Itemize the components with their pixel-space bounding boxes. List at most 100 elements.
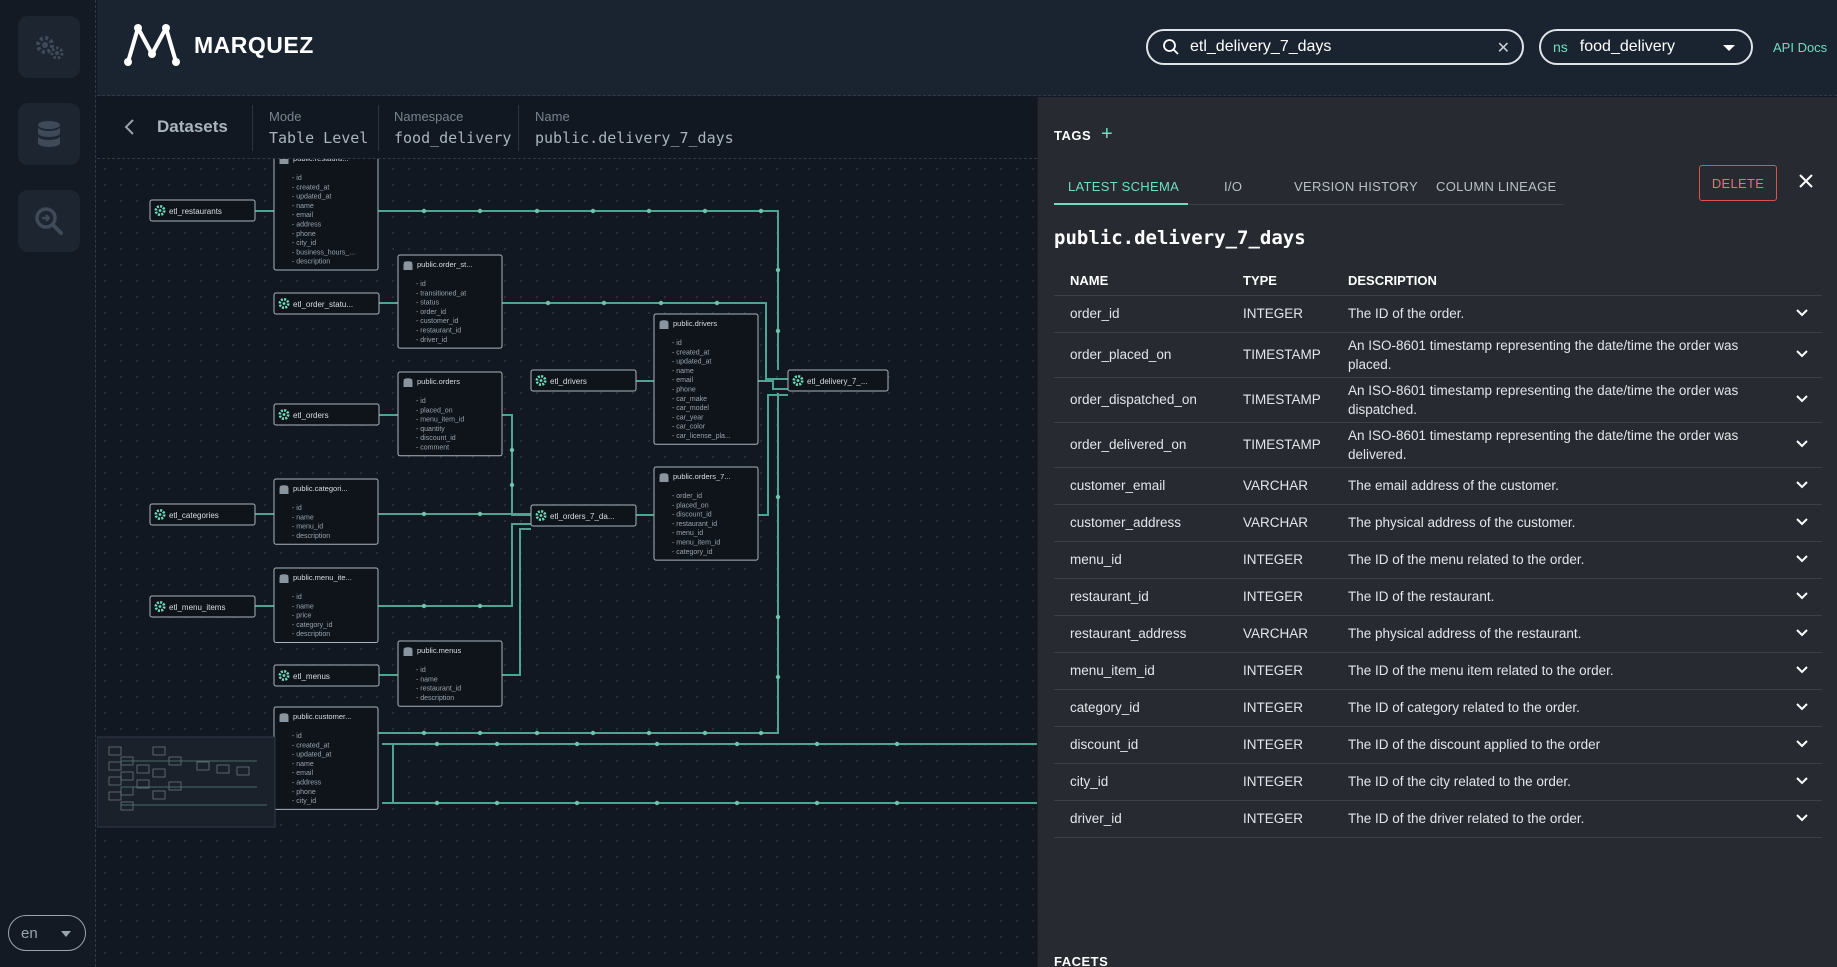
database-icon bbox=[403, 378, 413, 387]
dataset-field: - transitioned_at bbox=[416, 290, 466, 297]
job-node[interactable]: etl_menus bbox=[273, 664, 380, 687]
edge-dot bbox=[714, 300, 720, 306]
schema-row[interactable]: customer_address VARCHAR The physical addr… bbox=[1054, 504, 1822, 542]
expand-row-button[interactable] bbox=[1782, 467, 1822, 505]
dataset-field: - restaurant_id bbox=[672, 521, 717, 528]
chevron-down-icon bbox=[1796, 592, 1808, 600]
expand-row-button[interactable] bbox=[1782, 332, 1822, 378]
language-select[interactable]: en bbox=[8, 915, 86, 951]
schema-row[interactable]: menu_id INTEGER The ID of the menu related… bbox=[1054, 541, 1822, 579]
expand-row-button[interactable] bbox=[1782, 652, 1822, 690]
schema-row[interactable]: customer_email VARCHAR The email address o… bbox=[1054, 467, 1822, 505]
back-icon[interactable] bbox=[120, 115, 140, 139]
schema-row[interactable]: order_dispatched_on TIMESTAMP An ISO-8601 … bbox=[1054, 377, 1822, 423]
language-value: en bbox=[21, 924, 38, 942]
field-name: order_id bbox=[1054, 295, 1227, 333]
edge-dot bbox=[534, 208, 540, 214]
zoom-search-icon bbox=[35, 207, 63, 235]
lineage-graph[interactable]: etl_restaurants etl_order_statu... etl_ord… bbox=[97, 97, 1037, 967]
tab-version-history[interactable]: VERSION HISTORY bbox=[1294, 179, 1418, 194]
dataset-node[interactable]: public.menus - id - name - restaurant_id - d… bbox=[397, 640, 503, 707]
dataset-node[interactable]: public.menu_ite... - id - name - price - cat… bbox=[273, 567, 379, 643]
tab-io[interactable]: I/O bbox=[1224, 179, 1242, 194]
dataset-node[interactable]: public.orders - id - placed_on - menu_item_… bbox=[397, 371, 503, 457]
dataset-field: - order_id bbox=[672, 493, 702, 500]
field-name: restaurant_id bbox=[1054, 578, 1227, 616]
job-node[interactable]: etl_delivery_7_... bbox=[787, 369, 889, 392]
search-input[interactable] bbox=[1190, 38, 1490, 56]
job-node[interactable]: etl_restaurants bbox=[149, 199, 256, 222]
schema-row[interactable]: category_id INTEGER The ID of category rel… bbox=[1054, 689, 1822, 727]
lineage-edge bbox=[502, 414, 531, 516]
schema-row[interactable]: order_delivered_on TIMESTAMP An ISO-8601 t… bbox=[1054, 422, 1822, 468]
chevron-down-icon bbox=[1796, 350, 1808, 358]
dataset-node[interactable]: public.drivers - id - created_at - updated_… bbox=[653, 313, 759, 445]
marquez-logo[interactable]: MARQUEZ bbox=[122, 22, 314, 68]
jobs-nav-button[interactable] bbox=[18, 16, 80, 78]
dataset-node[interactable]: public.customer... - id - created_at - upda… bbox=[273, 706, 379, 810]
dataset-field: - email bbox=[292, 212, 313, 219]
name-label: Name bbox=[535, 109, 570, 124]
tab-column-lineage[interactable]: COLUMN LINEAGE bbox=[1436, 179, 1557, 194]
expand-row-button[interactable] bbox=[1782, 295, 1822, 333]
job-node[interactable]: etl_order_statu... bbox=[273, 292, 380, 315]
field-type: TIMESTAMP bbox=[1227, 422, 1332, 468]
job-node[interactable]: etl_menu_items bbox=[149, 595, 256, 618]
dataset-field: - id bbox=[416, 281, 426, 288]
expand-row-button[interactable] bbox=[1782, 615, 1822, 653]
field-type: INTEGER bbox=[1227, 726, 1332, 764]
expand-row-button[interactable] bbox=[1782, 689, 1822, 727]
expand-row-button[interactable] bbox=[1782, 726, 1822, 764]
schema-row[interactable]: restaurant_id INTEGER The ID of the restau… bbox=[1054, 578, 1822, 616]
dataset-field: - address bbox=[292, 222, 322, 229]
dataset-field: - created_at bbox=[292, 742, 329, 749]
schema-row[interactable]: discount_id INTEGER The ID of the discount… bbox=[1054, 726, 1822, 764]
schema-row[interactable]: city_id INTEGER The ID of the city related… bbox=[1054, 763, 1822, 801]
expand-row-button[interactable] bbox=[1782, 541, 1822, 579]
lineage-edge bbox=[502, 528, 531, 676]
job-node[interactable]: etl_orders_7_da... bbox=[530, 504, 637, 527]
job-node[interactable]: etl_categories bbox=[149, 503, 256, 526]
field-name: order_placed_on bbox=[1054, 332, 1227, 378]
namespace-select[interactable]: ns food_delivery bbox=[1539, 29, 1753, 65]
tab-latest-schema[interactable]: LATEST SCHEMA bbox=[1068, 179, 1179, 194]
dataset-node[interactable]: public.orders_7... - order_id - placed_on -… bbox=[653, 466, 759, 561]
expand-row-button[interactable] bbox=[1782, 504, 1822, 542]
search-icon bbox=[1163, 39, 1179, 55]
api-docs-link[interactable]: API Docs bbox=[1773, 40, 1827, 55]
expand-row-button[interactable] bbox=[1782, 800, 1822, 838]
field-type: VARCHAR bbox=[1227, 504, 1332, 542]
datasets-nav-button[interactable] bbox=[18, 103, 80, 165]
clear-search-icon[interactable]: ✕ bbox=[1497, 38, 1510, 58]
namespace-value: food_delivery bbox=[1579, 38, 1675, 55]
edge-dot bbox=[590, 208, 596, 214]
dataset-field: - menu_id bbox=[292, 524, 323, 531]
expand-row-button[interactable] bbox=[1782, 422, 1822, 468]
lineage-search-nav-button[interactable] bbox=[18, 190, 80, 252]
dataset-field: - restaurant_id bbox=[416, 328, 461, 335]
expand-row-button[interactable] bbox=[1782, 763, 1822, 801]
schema-row[interactable]: driver_id INTEGER The ID of the driver rel… bbox=[1054, 800, 1822, 838]
expand-row-button[interactable] bbox=[1782, 578, 1822, 616]
add-tag-icon[interactable]: + bbox=[1101, 123, 1113, 146]
schema-row[interactable]: order_placed_on TIMESTAMP An ISO-8601 time… bbox=[1054, 332, 1822, 378]
chevron-down-icon bbox=[1796, 740, 1808, 748]
field-name: customer_address bbox=[1054, 504, 1227, 542]
search-box[interactable]: ✕ bbox=[1146, 29, 1524, 65]
edge-dot bbox=[758, 208, 764, 214]
dataset-node[interactable]: public.restaura...- id- created_at- upda… bbox=[273, 148, 379, 271]
delete-button[interactable]: DELETE bbox=[1699, 165, 1777, 201]
toolbar-divider bbox=[518, 105, 519, 151]
dataset-node[interactable]: public.order_st... - id - transitioned_at -… bbox=[397, 254, 503, 349]
schema-row[interactable]: order_id INTEGER The ID of the order. bbox=[1054, 295, 1822, 333]
job-node[interactable]: etl_orders bbox=[273, 403, 380, 426]
dataset-node[interactable]: public.categori... - id - name - menu_id - d… bbox=[273, 478, 379, 545]
schema-row[interactable]: restaurant_address VARCHAR The physical ad… bbox=[1054, 615, 1822, 653]
job-node[interactable]: etl_drivers bbox=[530, 369, 637, 392]
dataset-node-label: public.menu_ite... bbox=[293, 573, 352, 582]
close-icon[interactable] bbox=[1797, 172, 1815, 190]
chevron-down-icon bbox=[1796, 777, 1808, 785]
schema-row[interactable]: menu_item_id INTEGER The ID of the menu it… bbox=[1054, 652, 1822, 690]
graph-minimap[interactable] bbox=[97, 736, 276, 828]
expand-row-button[interactable] bbox=[1782, 377, 1822, 423]
